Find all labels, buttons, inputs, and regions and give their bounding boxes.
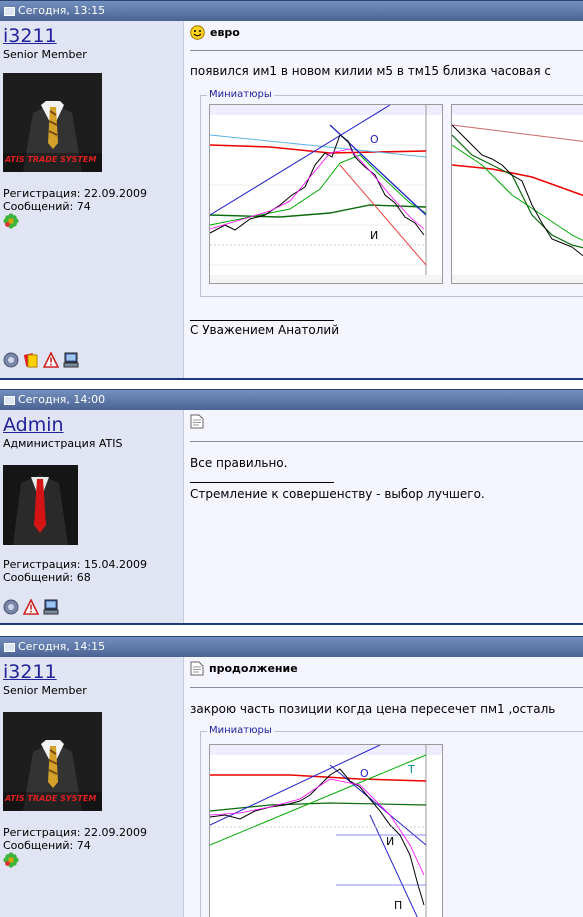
signature: С Уважением Анатолий (190, 323, 340, 337)
chart-label-p: П (394, 899, 402, 912)
post-header-icon (4, 6, 15, 16)
post-1: Сегодня, 13:15 i3211 Senior Member ATIS … (0, 0, 583, 380)
attachments-box: Миниатюры (200, 725, 583, 917)
user-message-count: Сообщений: 74 (3, 839, 91, 852)
chart-label-t: Т (407, 763, 415, 776)
attachments-box: Миниатюры (200, 89, 583, 297)
post-body: i3211 Senior Member ATIS TRADE SYSTEM Ре… (0, 21, 583, 380)
post-header-icon (4, 395, 15, 405)
post-message: появился им1 в новом килии м5 в тм15 бли… (190, 64, 551, 78)
ip-computer-icon[interactable] (63, 352, 79, 368)
user-action-icons (3, 599, 59, 615)
username-link[interactable]: i3211 (3, 25, 57, 47)
yellow-card-icon[interactable] (23, 352, 39, 368)
chart-thumbnail-2[interactable] (451, 104, 583, 284)
status-offline-icon (3, 599, 19, 615)
post-header: Сегодня, 14:00 (0, 389, 583, 410)
avatar-logo: ATIS TRADE SYSTEM (5, 794, 97, 803)
post-header-icon (4, 642, 15, 652)
report-post-icon[interactable] (23, 599, 39, 615)
post-3: Сегодня, 14:15 i3211 Senior Member ATIS … (0, 636, 583, 917)
attachments-label: Миниатюры (207, 725, 274, 736)
chart-thumbnail-1[interactable]: О Т И П (209, 744, 443, 917)
avatar: ATIS TRADE SYSTEM (3, 73, 102, 172)
user-sidebar: Admin Администрация ATIS Регистрация: 15… (0, 410, 184, 623)
user-registration: Регистрация: 15.04.2009 (3, 558, 147, 571)
status-offline-icon (3, 352, 19, 368)
title-separator (190, 50, 583, 51)
username-link[interactable]: i3211 (3, 661, 57, 683)
icq-icon[interactable] (3, 213, 19, 232)
chart-label-i: И (386, 835, 394, 848)
document-icon (190, 661, 204, 676)
post-title: продолжение (190, 661, 298, 676)
post-2: Сегодня, 14:00 Admin Администрация ATIS … (0, 389, 583, 625)
post-title: евро (190, 25, 240, 40)
signature: Стремление к совершенству - выбор лучшег… (190, 487, 485, 501)
signature-separator (190, 482, 334, 483)
user-title: Senior Member (3, 48, 87, 61)
post-body: Admin Администрация ATIS Регистрация: 15… (0, 410, 583, 625)
post-title (190, 414, 204, 429)
report-post-icon[interactable] (43, 352, 59, 368)
post-content: продолжение закрою часть позиции когда ц… (184, 657, 583, 917)
avatar: ATIS TRADE SYSTEM (3, 712, 102, 811)
title-separator (190, 687, 583, 688)
user-action-icons (3, 352, 79, 368)
username-link[interactable]: Admin (3, 414, 64, 436)
post-header: Сегодня, 14:15 (0, 636, 583, 657)
chart-label-i: И (370, 229, 378, 242)
user-registration: Регистрация: 22.09.2009 (3, 187, 147, 200)
ip-computer-icon[interactable] (43, 599, 59, 615)
chart-label-o: О (370, 133, 379, 146)
icq-icon[interactable] (3, 852, 19, 871)
post-message: Все правильно. (190, 456, 288, 470)
post-time: Сегодня, 14:15 (18, 640, 106, 653)
smiley-icon (190, 25, 205, 40)
post-title-text: евро (210, 26, 240, 39)
post-body: i3211 Senior Member ATIS TRADE SYSTEM Ре… (0, 657, 583, 917)
post-message: закрою часть позиции когда цена пересече… (190, 702, 556, 716)
user-sidebar: i3211 Senior Member ATIS TRADE SYSTEM Ре… (0, 657, 184, 917)
signature-separator (190, 320, 334, 321)
post-time: Сегодня, 14:00 (18, 393, 106, 406)
attachments-label: Миниатюры (207, 89, 274, 100)
post-content: Все правильно. Стремление к совершенству… (184, 410, 583, 623)
post-header: Сегодня, 13:15 (0, 0, 583, 21)
user-registration: Регистрация: 22.09.2009 (3, 826, 147, 839)
chart-thumbnail-1[interactable]: О И (209, 104, 443, 284)
title-separator (190, 441, 583, 442)
post-time: Сегодня, 13:15 (18, 4, 106, 17)
user-title: Senior Member (3, 684, 87, 697)
avatar-logo: ATIS TRADE SYSTEM (5, 155, 97, 164)
post-content: евро появился им1 в новом килии м5 в тм1… (184, 21, 583, 378)
document-icon (190, 414, 204, 429)
user-message-count: Сообщений: 74 (3, 200, 91, 213)
avatar (3, 465, 78, 545)
user-title: Администрация ATIS (3, 437, 123, 450)
user-message-count: Сообщений: 68 (3, 571, 91, 584)
chart-label-o: О (360, 767, 369, 780)
user-sidebar: i3211 Senior Member ATIS TRADE SYSTEM Ре… (0, 21, 184, 378)
post-title-text: продолжение (209, 662, 298, 675)
